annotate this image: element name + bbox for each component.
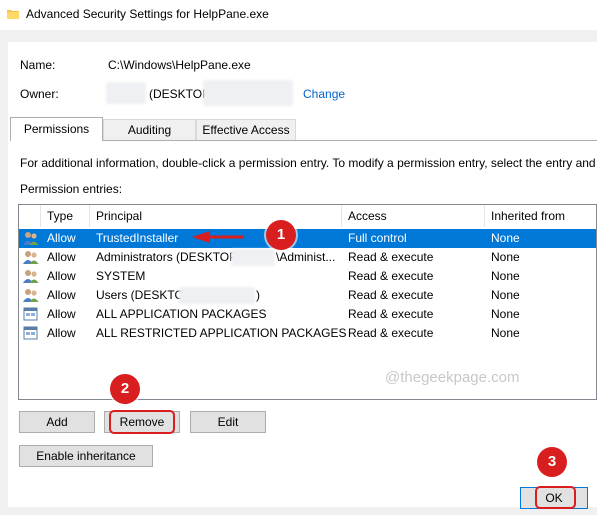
row-principal: TrustedInstaller [96, 231, 179, 245]
row-principal: Users (DESKTOP [96, 288, 192, 302]
list-header: Type Principal Access Inherited from [19, 205, 596, 227]
app-package-icon [23, 326, 38, 340]
owner-label: Owner: [20, 87, 59, 101]
step-2-badge: 2 [110, 374, 140, 404]
step-3-badge: 3 [537, 447, 567, 477]
column-header-principal[interactable]: Principal [90, 205, 342, 227]
row-access: Full control [348, 231, 407, 245]
row-inherited: None [491, 326, 520, 340]
redacted-owner-machine [203, 80, 293, 106]
table-row[interactable]: Allow SYSTEM Read & execute None [19, 267, 596, 286]
row-access: Read & execute [348, 326, 434, 340]
row-inherited: None [491, 269, 520, 283]
column-header-access[interactable]: Access [342, 205, 485, 227]
remove-highlight [109, 410, 175, 434]
add-button[interactable]: Add [19, 411, 95, 433]
title-bar: Advanced Security Settings for HelpPane.… [0, 0, 597, 30]
tab-auditing[interactable]: Auditing [103, 119, 196, 140]
ok-highlight [535, 486, 576, 509]
users-group-icon [23, 289, 39, 302]
row-principal-suffix: \Administ... [276, 250, 336, 264]
tab-permissions[interactable]: Permissions [10, 117, 103, 141]
step-1-badge: 1 [266, 220, 296, 250]
table-row[interactable]: Allow Administrators (DESKTOP \Administ.… [19, 248, 596, 267]
watermark: @thegeekpage.com [385, 369, 520, 386]
row-type: Allow [47, 326, 76, 340]
row-principal-suffix: ) [256, 288, 260, 302]
row-inherited: None [491, 250, 520, 264]
row-type: Allow [47, 269, 76, 283]
row-principal: Administrators (DESKTOP [96, 250, 238, 264]
table-row[interactable]: Allow ALL RESTRICTED APPLICATION PACKAGE… [19, 324, 596, 343]
row-type: Allow [47, 250, 76, 264]
folder-icon [7, 10, 19, 19]
name-label: Name: [20, 58, 56, 72]
row-type: Allow [47, 307, 76, 321]
app-package-icon [23, 307, 38, 321]
tab-effective-access[interactable]: Effective Access [196, 119, 296, 140]
users-group-icon [23, 232, 39, 245]
enable-inheritance-button[interactable]: Enable inheritance [19, 445, 153, 467]
row-type: Allow [47, 231, 76, 245]
table-row[interactable]: Allow Users (DESKTOP ) Read & execute No… [19, 286, 596, 305]
row-principal: SYSTEM [96, 269, 146, 283]
table-row[interactable]: Allow ALL APPLICATION PACKAGES Read & ex… [19, 305, 596, 324]
redacted-machine-name [231, 249, 275, 266]
row-inherited: None [491, 307, 520, 321]
row-access: Read & execute [348, 250, 434, 264]
row-type: Allow [47, 288, 76, 302]
column-header-icon[interactable] [19, 205, 41, 227]
name-value: C:\Windows\HelpPane.exe [108, 58, 251, 72]
red-arrow-icon [192, 231, 244, 243]
column-header-type[interactable]: Type [41, 205, 90, 227]
row-principal: ALL RESTRICTED APPLICATION PACKAGES [96, 326, 347, 340]
row-inherited: None [491, 288, 520, 302]
column-header-inherited[interactable]: Inherited from [485, 205, 596, 227]
owner-value: (DESKTOP [149, 87, 211, 101]
row-inherited: None [491, 231, 520, 245]
row-access: Read & execute [348, 288, 434, 302]
window-title: Advanced Security Settings for HelpPane.… [26, 7, 269, 21]
table-row[interactable]: Allow TrustedInstaller Full control None [19, 229, 596, 248]
info-text: For additional information, double-click… [20, 156, 596, 170]
row-access: Read & execute [348, 269, 434, 283]
row-principal: ALL APPLICATION PACKAGES [96, 307, 267, 321]
permission-entries-label: Permission entries: [20, 182, 123, 196]
redacted-machine-name [179, 287, 255, 304]
redacted-owner-user [106, 82, 146, 104]
edit-button[interactable]: Edit [190, 411, 266, 433]
users-group-icon [23, 251, 39, 264]
row-access: Read & execute [348, 307, 434, 321]
change-owner-link[interactable]: Change [303, 87, 345, 101]
users-group-icon [23, 270, 39, 283]
